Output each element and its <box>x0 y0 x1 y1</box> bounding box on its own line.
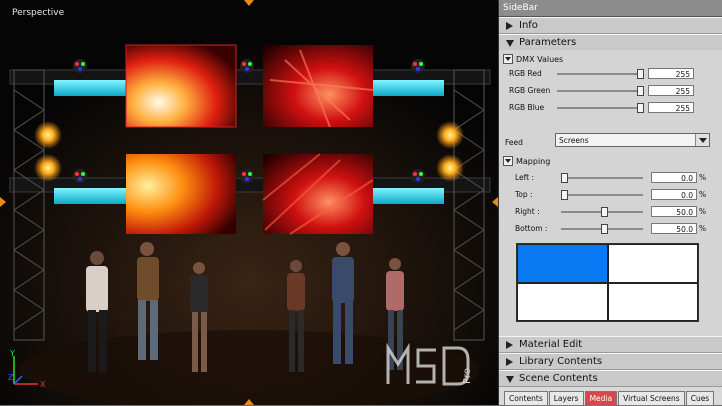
mapping-right-unit: % <box>699 207 707 216</box>
dmx-row-green: RGB Green 255 <box>499 84 722 98</box>
section-parameters-label: Parameters <box>519 37 577 48</box>
msd-logo: Pro <box>384 340 480 400</box>
rgb-blue-label: RGB Blue <box>509 103 545 112</box>
rgb-blue-slider-thumb[interactable] <box>637 103 644 113</box>
mapping-left-input[interactable]: 0.0 <box>651 172 697 183</box>
axis-gizmo: Y X Z <box>8 349 48 396</box>
mapping-row-left: Left : 0.0 % <box>499 171 722 185</box>
resize-handle-bottom[interactable] <box>244 399 254 405</box>
collapse-arrow-icon <box>503 156 513 166</box>
rgb-green-slider[interactable] <box>557 90 639 92</box>
feed-select[interactable]: Screens <box>555 133 710 147</box>
rgb-green-label: RGB Green <box>509 86 551 95</box>
mapping-cell-top-left[interactable] <box>517 244 608 283</box>
mapping-cell-bottom-right[interactable] <box>607 282 698 321</box>
axis-y-label: Y <box>9 350 15 358</box>
expand-arrow-icon <box>506 358 513 366</box>
chevron-down-icon[interactable] <box>695 134 709 146</box>
rgb-green-input[interactable]: 255 <box>648 85 694 96</box>
mapping-top-label: Top : <box>515 190 533 199</box>
section-scene-contents-label: Scene Contents <box>519 373 598 384</box>
msd-logo-mark: Pro <box>386 342 473 386</box>
resize-handle-top[interactable] <box>244 0 254 6</box>
sidebar-title: SideBar <box>499 0 722 17</box>
section-library-contents-label: Library Contents <box>519 356 603 367</box>
mapping-row-right: Right : 50.0 % <box>499 205 722 219</box>
mapping-row-top: Top : 0.0 % <box>499 188 722 202</box>
svg-text:Pro: Pro <box>462 368 473 384</box>
tab-media[interactable]: Media <box>584 391 618 406</box>
expand-arrow-icon <box>506 22 513 30</box>
section-scene-contents[interactable]: Scene Contents <box>499 370 722 387</box>
mapping-grid[interactable] <box>516 243 699 322</box>
dmx-values-toggle[interactable]: DMX Values <box>503 54 563 64</box>
mapping-right-input[interactable]: 50.0 <box>651 206 697 217</box>
mapping-bottom-unit: % <box>699 224 707 233</box>
mapping-cell-top-right[interactable] <box>607 244 698 283</box>
dmx-values-label: DMX Values <box>516 54 564 64</box>
tab-virtual-screens[interactable]: Virtual Screens <box>618 391 685 406</box>
mapping-top-slider-thumb[interactable] <box>561 190 568 200</box>
mapping-top-slider[interactable] <box>561 194 643 196</box>
mapping-left-unit: % <box>699 173 707 182</box>
mapping-label: Mapping <box>516 156 551 166</box>
mapping-right-label: Right : <box>515 207 540 216</box>
perspective-viewport[interactable]: Perspective Pro Y X Z <box>0 0 499 405</box>
section-material-edit-label: Material Edit <box>519 339 583 350</box>
tab-cues[interactable]: Cues <box>685 391 715 406</box>
section-material-edit[interactable]: Material Edit <box>499 336 722 353</box>
parameters-body: DMX Values RGB Red 255 RGB Green 255 RGB… <box>499 50 722 336</box>
tab-layers[interactable]: Layers <box>548 391 584 406</box>
mapping-row-bottom: Bottom : 50.0 % <box>499 222 722 236</box>
mapping-bottom-input[interactable]: 50.0 <box>651 223 697 234</box>
rgb-red-input[interactable]: 255 <box>648 68 694 79</box>
rgb-blue-slider[interactable] <box>557 107 639 109</box>
mapping-cell-bottom-left[interactable] <box>517 282 608 321</box>
resize-handle-right[interactable] <box>492 197 498 207</box>
dmx-row-blue: RGB Blue 255 <box>499 101 722 115</box>
mapping-left-label: Left : <box>515 173 535 182</box>
rgb-red-slider[interactable] <box>557 73 639 75</box>
feed-select-value: Screens <box>559 136 589 145</box>
mapping-bottom-label: Bottom : <box>515 224 548 233</box>
mapping-left-slider-thumb[interactable] <box>561 173 568 183</box>
collapse-arrow-icon <box>503 54 513 64</box>
mapping-left-slider[interactable] <box>561 177 643 179</box>
mapping-top-unit: % <box>699 190 707 199</box>
mapping-top-input[interactable]: 0.0 <box>651 189 697 200</box>
mapping-right-slider-thumb[interactable] <box>601 207 608 217</box>
section-parameters[interactable]: Parameters <box>499 34 722 51</box>
section-library-contents[interactable]: Library Contents <box>499 353 722 370</box>
mapping-toggle[interactable]: Mapping <box>503 156 550 166</box>
resize-handle-left[interactable] <box>0 197 6 207</box>
collapse-arrow-icon <box>506 376 514 383</box>
viewport-title: Perspective <box>12 8 65 18</box>
feed-label: Feed <box>505 138 523 147</box>
rgb-green-slider-thumb[interactable] <box>637 86 644 96</box>
rgb-red-slider-thumb[interactable] <box>637 69 644 79</box>
rgb-blue-input[interactable]: 255 <box>648 102 694 113</box>
expand-arrow-icon <box>506 341 513 349</box>
scene-contents-tabs: Contents Layers Media Virtual Screens Cu… <box>504 391 715 406</box>
sidebar-panel: SideBar Info Parameters DMX Values RGB R… <box>499 0 722 406</box>
axis-z-label: Z <box>8 373 14 382</box>
collapse-arrow-icon <box>506 40 514 47</box>
rgb-red-label: RGB Red <box>509 69 542 78</box>
section-info-label: Info <box>519 20 538 31</box>
axis-x-label: X <box>40 380 46 389</box>
section-info[interactable]: Info <box>499 17 722 34</box>
tab-contents[interactable]: Contents <box>504 391 548 406</box>
dmx-row-red: RGB Red 255 <box>499 67 722 81</box>
mapping-bottom-slider-thumb[interactable] <box>601 224 608 234</box>
